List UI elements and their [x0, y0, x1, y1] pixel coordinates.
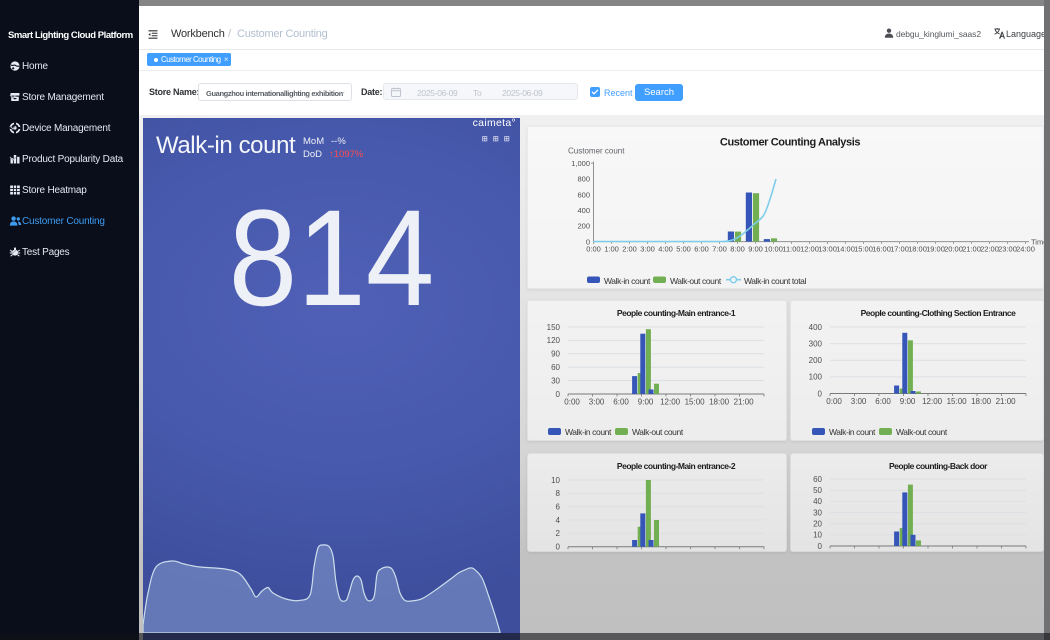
svg-text:20: 20 — [813, 520, 822, 529]
svg-text:40: 40 — [813, 497, 822, 506]
svg-text:1:00: 1:00 — [604, 245, 619, 254]
svg-text:30: 30 — [813, 508, 822, 517]
svg-text:16:00: 16:00 — [872, 245, 891, 254]
svg-text:7:00: 7:00 — [712, 245, 727, 254]
svg-text:9:00: 9:00 — [900, 397, 916, 406]
svg-text:0: 0 — [556, 390, 561, 399]
svg-text:3:00: 3:00 — [851, 397, 867, 406]
svg-text:200: 200 — [809, 356, 823, 365]
svg-text:60: 60 — [813, 475, 822, 484]
svg-text:15:00: 15:00 — [685, 398, 706, 407]
svg-text:6:00: 6:00 — [694, 245, 709, 254]
svg-text:21:00: 21:00 — [734, 398, 755, 407]
svg-text:Customer Counting Analysis: Customer Counting Analysis — [720, 137, 860, 149]
svg-text:90: 90 — [551, 350, 560, 359]
svg-text:400: 400 — [809, 323, 823, 332]
svg-text:14:00: 14:00 — [836, 245, 855, 254]
svg-text:6: 6 — [556, 503, 561, 512]
svg-text:11:00: 11:00 — [782, 245, 800, 254]
svg-text:18:00: 18:00 — [971, 397, 992, 406]
svg-text:Walk-out count: Walk-out count — [896, 427, 948, 437]
svg-text:5:00: 5:00 — [676, 245, 691, 254]
svg-text:12:00: 12:00 — [660, 398, 681, 407]
svg-text:8: 8 — [556, 489, 561, 498]
svg-text:People counting-Main entrance-: People counting-Main entrance-1 — [617, 308, 736, 318]
svg-text:10:00: 10:00 — [764, 245, 783, 254]
svg-text:6:00: 6:00 — [613, 398, 629, 407]
svg-text:200: 200 — [577, 222, 590, 231]
svg-text:3:00: 3:00 — [640, 245, 655, 254]
svg-text:2:00: 2:00 — [622, 245, 637, 254]
svg-text:1,000: 1,000 — [571, 159, 590, 168]
svg-text:17:00: 17:00 — [890, 245, 909, 254]
svg-text:4: 4 — [556, 516, 561, 525]
svg-text:8:00: 8:00 — [730, 245, 745, 254]
svg-text:60: 60 — [551, 363, 560, 372]
svg-text:People counting-Back door: People counting-Back door — [889, 461, 988, 471]
svg-text:600: 600 — [577, 190, 590, 199]
svg-text:18:00: 18:00 — [908, 245, 927, 254]
svg-text:20:00: 20:00 — [944, 245, 963, 254]
svg-text:People counting-Main entrance-: People counting-Main entrance-2 — [617, 461, 736, 471]
svg-text:Walk-out count: Walk-out count — [670, 276, 722, 286]
svg-text:18:00: 18:00 — [709, 398, 730, 407]
svg-text:People counting-Clothing Secti: People counting-Clothing Section Entranc… — [861, 308, 1016, 318]
svg-text:19:00: 19:00 — [926, 245, 945, 254]
svg-text:100: 100 — [809, 373, 823, 382]
svg-text:0: 0 — [818, 542, 823, 551]
svg-text:6:00: 6:00 — [875, 397, 891, 406]
svg-text:10: 10 — [813, 531, 822, 540]
svg-text:300: 300 — [809, 339, 823, 348]
svg-text:9:00: 9:00 — [748, 245, 763, 254]
svg-text:Walk-in count total: Walk-in count total — [744, 276, 807, 286]
svg-text:21:00: 21:00 — [996, 397, 1017, 406]
svg-text:12:00: 12:00 — [800, 245, 819, 254]
svg-text:21:00: 21:00 — [962, 245, 981, 254]
svg-text:Walk-in count: Walk-in count — [604, 276, 651, 286]
svg-text:800: 800 — [577, 175, 590, 184]
svg-text:0: 0 — [818, 389, 823, 398]
svg-text:22:00: 22:00 — [980, 245, 999, 254]
svg-text:400: 400 — [577, 206, 590, 215]
svg-text:Time: Time — [1031, 238, 1044, 247]
svg-text:Walk-in count: Walk-in count — [565, 427, 612, 437]
svg-text:4:00: 4:00 — [658, 245, 673, 254]
svg-text:23:00: 23:00 — [998, 245, 1017, 254]
svg-text:2: 2 — [556, 529, 561, 538]
svg-text:0: 0 — [556, 543, 561, 552]
svg-text:30: 30 — [551, 376, 560, 385]
svg-text:Walk-out count: Walk-out count — [632, 427, 684, 437]
svg-text:15:00: 15:00 — [854, 245, 873, 254]
svg-text:Walk-in count: Walk-in count — [829, 427, 876, 437]
svg-text:10: 10 — [551, 476, 560, 485]
svg-text:0:00: 0:00 — [586, 245, 601, 254]
svg-text:50: 50 — [813, 486, 822, 495]
svg-text:9:00: 9:00 — [638, 398, 654, 407]
svg-text:13:00: 13:00 — [818, 245, 837, 254]
svg-text:150: 150 — [547, 323, 561, 332]
svg-text:Customer count: Customer count — [568, 147, 625, 156]
svg-text:120: 120 — [547, 336, 561, 345]
svg-text:0:00: 0:00 — [564, 398, 580, 407]
svg-text:15:00: 15:00 — [947, 397, 968, 406]
svg-text:0:00: 0:00 — [826, 397, 842, 406]
svg-text:12:00: 12:00 — [922, 397, 943, 406]
svg-text:3:00: 3:00 — [589, 398, 605, 407]
